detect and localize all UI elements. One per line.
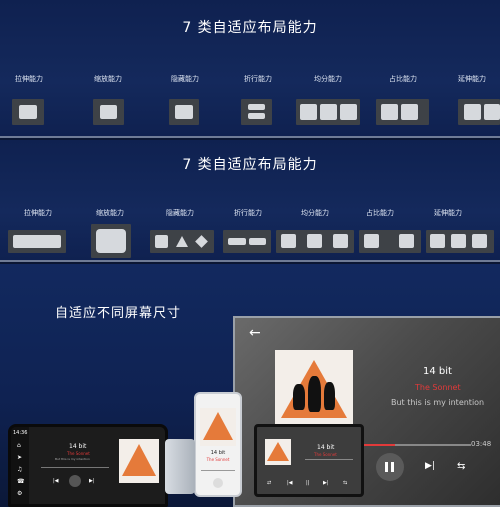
equal-demo: [276, 230, 354, 253]
label-equal: 均分能力: [314, 75, 342, 83]
extend-demo: [458, 99, 500, 125]
artist-name: The Sonnet: [415, 383, 461, 392]
scale-demo: [91, 224, 131, 258]
music-icon[interactable]: ♫: [17, 467, 22, 473]
ratio-demo: [376, 99, 429, 125]
car-sidebar: 14:36 ⌂ ➤ ♫ ☎ ⚙: [11, 427, 29, 504]
progress-track: [305, 459, 353, 460]
label-extend: 延伸能力: [458, 75, 486, 83]
shuffle-icon[interactable]: ⇄: [267, 481, 271, 486]
slide-layout-abilities-1: 7 类自适应布局能力 拉伸能力 缩放能力 隐藏能力 折行能力 均分能力 占比能力…: [0, 0, 500, 138]
label-stretch: 拉伸能力: [15, 75, 43, 83]
clock-time: 14:36: [13, 430, 28, 436]
pause-icon[interactable]: ||: [306, 481, 309, 486]
wrap-demo: [223, 230, 271, 253]
label-hide: 隐藏能力: [171, 75, 199, 83]
scale-demo: [93, 99, 124, 125]
label-ratio: 占比能力: [366, 209, 394, 217]
slide-title: 7 类自适应布局能力: [182, 157, 318, 173]
label-scale: 缩放能力: [94, 75, 122, 83]
pause-button[interactable]: [213, 478, 223, 488]
label-extend: 延伸能力: [434, 209, 462, 217]
navigation-icon[interactable]: ➤: [17, 455, 22, 461]
slide-title: 自适应不同屏幕尺寸: [55, 306, 182, 321]
album-art: [119, 439, 159, 483]
progress-track[interactable]: [363, 444, 471, 446]
wrap-demo: [241, 99, 272, 125]
stretch-demo: [12, 99, 44, 125]
label-stretch: 拉伸能力: [24, 209, 52, 217]
album-art: [200, 408, 236, 446]
pause-button[interactable]: [376, 453, 404, 481]
song-subtitle: But this is my intention: [391, 398, 485, 407]
equal-demo: [296, 99, 360, 125]
slide-multi-screen: 自适应不同屏幕尺寸 ← 14 bit The Sonnet But this i…: [0, 264, 500, 507]
song-title: 14 bit: [317, 444, 335, 451]
prev-icon[interactable]: |◀: [53, 479, 59, 484]
hide-demo: [150, 230, 214, 253]
label-wrap: 折行能力: [244, 75, 272, 83]
phone: 14 bit The Sonnet: [194, 392, 242, 497]
prev-icon[interactable]: |◀: [287, 481, 293, 486]
song-subtitle: But this is my intention: [55, 457, 90, 461]
settings-icon[interactable]: ⚙: [17, 491, 22, 497]
slide-title: 7 类自适应布局能力: [182, 20, 318, 36]
car-dashboard: [165, 439, 195, 494]
ratio-demo: [359, 230, 421, 253]
next-icon[interactable]: ▶|: [323, 481, 329, 486]
hide-demo: [169, 99, 199, 125]
label-hide: 隐藏能力: [166, 209, 194, 217]
duration: 03:48: [471, 440, 492, 448]
back-arrow-icon[interactable]: ←: [249, 326, 261, 340]
artist-name: The Sonnet: [314, 452, 337, 457]
extend-demo: [426, 230, 494, 253]
song-title: 14 bit: [69, 443, 87, 450]
album-art: [265, 439, 291, 465]
next-icon[interactable]: ▶|: [89, 479, 95, 484]
song-title: 14 bit: [423, 366, 452, 377]
car-display: 14:36 ⌂ ➤ ♫ ☎ ⚙ 14 bit The Sonnet But th…: [8, 424, 168, 507]
label-wrap: 折行能力: [234, 209, 262, 217]
pause-button[interactable]: [69, 475, 81, 487]
repeat-icon[interactable]: ⇆: [457, 462, 465, 472]
artist-name: The Sonnet: [67, 451, 90, 456]
phone-icon[interactable]: ☎: [17, 479, 24, 485]
repeat-icon[interactable]: ⇆: [343, 481, 347, 486]
progress-track: [41, 467, 109, 468]
song-title: 14 bit: [210, 450, 226, 456]
home-icon[interactable]: ⌂: [17, 443, 21, 449]
album-art: [275, 350, 353, 428]
artist-name: The Sonnet: [206, 457, 230, 462]
label-scale: 缩放能力: [96, 209, 124, 217]
label-equal: 均分能力: [301, 209, 329, 217]
slide-layout-abilities-2: 7 类自适应布局能力 拉伸能力 缩放能力 隐藏能力 折行能力 均分能力 占比能力…: [0, 140, 500, 262]
next-icon[interactable]: ▶|: [425, 462, 435, 471]
stretch-demo: [8, 230, 66, 253]
progress-track: [201, 470, 235, 471]
small-tablet: 14 bit The Sonnet ⇄ |◀ || ▶| ⇆: [254, 424, 364, 497]
label-ratio: 占比能力: [389, 75, 417, 83]
